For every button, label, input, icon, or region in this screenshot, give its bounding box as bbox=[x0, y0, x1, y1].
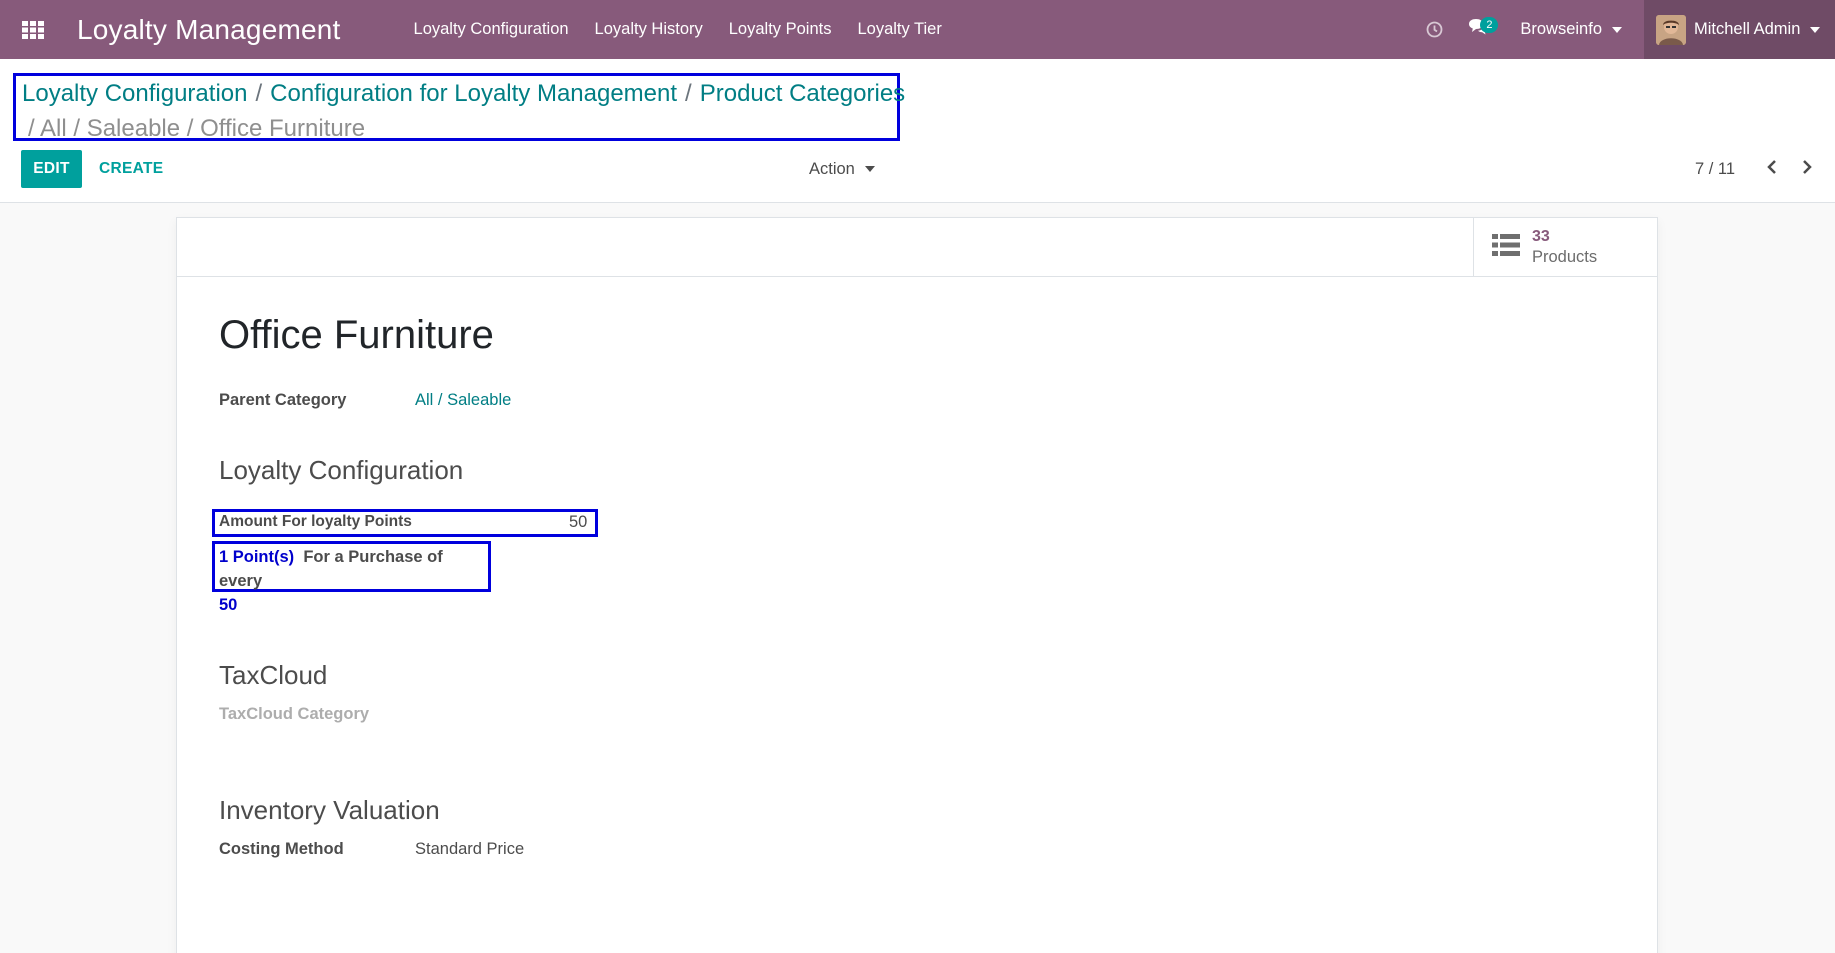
user-name: Mitchell Admin bbox=[1694, 20, 1801, 38]
top-navbar: Loyalty Management Loyalty Configuration… bbox=[0, 0, 1835, 59]
pager-previous-button[interactable] bbox=[1757, 150, 1787, 188]
messaging-button[interactable]: 2 bbox=[1454, 0, 1502, 59]
activity-clock-icon[interactable] bbox=[1414, 0, 1454, 59]
main-menu: Loyalty Configuration Loyalty History Lo… bbox=[401, 20, 955, 39]
breadcrumb-separator: / bbox=[255, 80, 263, 107]
chevron-down-icon bbox=[1810, 26, 1821, 33]
breadcrumb-separator: / bbox=[685, 80, 692, 107]
menu-loyalty-points[interactable]: Loyalty Points bbox=[716, 20, 845, 39]
menu-loyalty-tier[interactable]: Loyalty Tier bbox=[844, 20, 954, 39]
points-rule: 1 Point(s) For a Purchase of every 50 bbox=[219, 545, 489, 617]
products-stat: 33 Products bbox=[1532, 227, 1597, 267]
edit-button[interactable]: EDIT bbox=[21, 150, 82, 188]
breadcrumb-item-configuration[interactable]: Configuration for Loyalty Management bbox=[270, 80, 677, 107]
amount-loyalty-value[interactable]: 50 bbox=[569, 513, 587, 532]
costing-method-value: Standard Price bbox=[415, 840, 525, 858]
breadcrumb-item-product-categories[interactable]: Product Categories bbox=[700, 80, 905, 107]
user-menu[interactable]: Mitchell Admin bbox=[1644, 0, 1835, 59]
parent-category-label: Parent Category bbox=[219, 391, 347, 409]
menu-loyalty-history[interactable]: Loyalty History bbox=[582, 20, 716, 39]
control-panel: Loyalty Configuration / Configuration for … bbox=[0, 59, 1835, 203]
points-value: 1 Point(s) bbox=[219, 548, 295, 566]
company-name: Browseinfo bbox=[1520, 20, 1602, 38]
form-sheet: 33 Products Office Furniture Parent Cate… bbox=[176, 217, 1658, 953]
menu-loyalty-configuration[interactable]: Loyalty Configuration bbox=[401, 20, 582, 39]
inventory-section-title: Inventory Valuation bbox=[219, 795, 440, 825]
pager-next-button[interactable] bbox=[1792, 150, 1822, 188]
user-avatar bbox=[1656, 14, 1686, 45]
loyalty-section-title: Loyalty Configuration bbox=[219, 455, 464, 485]
taxcloud-section-title: TaxCloud bbox=[219, 660, 328, 690]
products-smart-button[interactable]: 33 Products bbox=[1473, 218, 1657, 276]
smart-button-box: 33 Products bbox=[177, 218, 1657, 277]
costing-method-label: Costing Method bbox=[219, 840, 344, 858]
action-dropdown[interactable]: Action bbox=[809, 150, 875, 188]
record-title: Office Furniture bbox=[219, 313, 494, 357]
products-count: 33 bbox=[1532, 228, 1550, 245]
breadcrumb: Loyalty Configuration / Configuration for … bbox=[13, 73, 905, 142]
company-switcher[interactable]: Browseinfo bbox=[1502, 20, 1644, 39]
purchase-value: 50 bbox=[219, 596, 238, 614]
taxcloud-category-label: TaxCloud Category bbox=[219, 705, 370, 723]
apps-menu-icon[interactable] bbox=[11, 0, 55, 59]
chevron-right-icon bbox=[1802, 159, 1812, 180]
breadcrumb-links: Loyalty Configuration / Configuration for … bbox=[22, 78, 905, 109]
parent-category-link[interactable]: All / Saleable bbox=[415, 391, 511, 410]
amount-loyalty-label: Amount For loyalty Points bbox=[219, 513, 412, 530]
list-icon bbox=[1492, 233, 1520, 262]
app-brand[interactable]: Loyalty Management bbox=[77, 14, 341, 46]
navbar-systray: 2 Browseinfo Mitchell Admin bbox=[1414, 0, 1835, 59]
pager-value[interactable]: 7 / 11 bbox=[1695, 150, 1735, 188]
breadcrumb-item-loyalty-configuration[interactable]: Loyalty Configuration bbox=[22, 80, 247, 107]
create-button[interactable]: CREATE bbox=[99, 150, 163, 188]
message-count-badge: 2 bbox=[1480, 17, 1499, 33]
chevron-left-icon bbox=[1767, 159, 1777, 180]
chevron-down-icon bbox=[864, 166, 875, 172]
products-label: Products bbox=[1532, 248, 1598, 266]
breadcrumb-current: / All / Saleable / Office Furniture bbox=[28, 115, 366, 142]
action-label: Action bbox=[809, 159, 855, 178]
chevron-down-icon bbox=[1612, 26, 1622, 33]
